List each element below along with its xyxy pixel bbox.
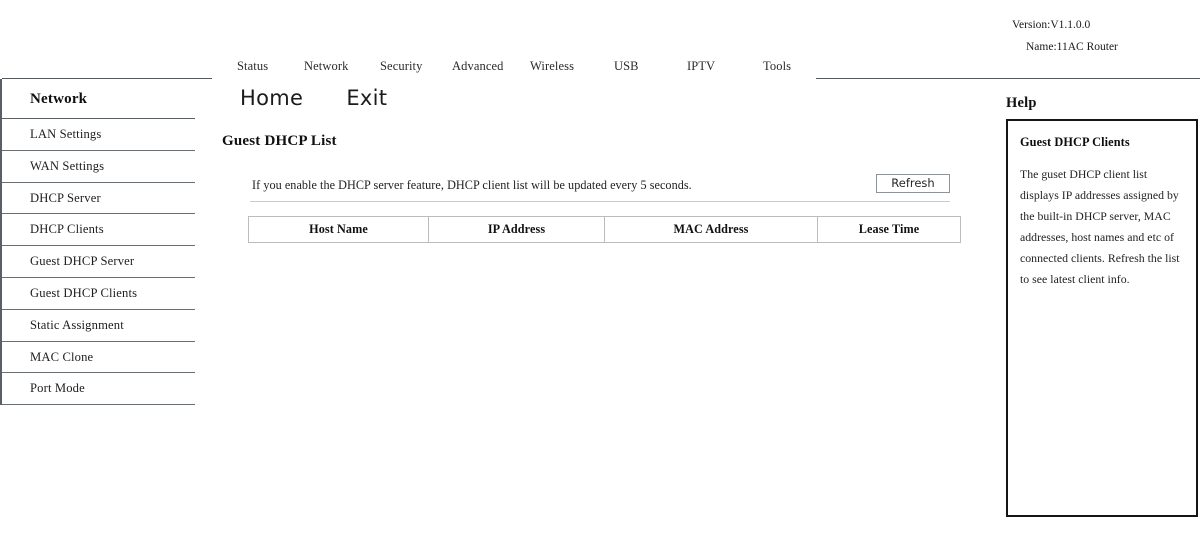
help-topic-body: The guset DHCP client list displays IP a…: [1020, 167, 1180, 286]
exit-link[interactable]: Exit: [346, 86, 387, 110]
guest-dhcp-client-table: Host Name IP Address MAC Address Lease Time: [248, 216, 961, 243]
sidebar-item-dhcp-clients[interactable]: DHCP Clients: [2, 214, 195, 247]
quick-links-bar: Home Exit: [240, 86, 387, 116]
dhcp-list-description: If you enable the DHCP server feature, D…: [252, 178, 692, 192]
table-column-header-ip-address: IP Address: [428, 216, 605, 243]
home-link[interactable]: Home: [240, 86, 303, 110]
table-column-header-mac-address: MAC Address: [604, 216, 818, 243]
sidebar-item-list: LAN Settings WAN Settings DHCP Server DHCP …: [2, 119, 195, 406]
sidebar-section-title: Network: [2, 79, 195, 119]
description-row: If you enable the DHCP server feature, D…: [222, 174, 952, 200]
nav-item-tools[interactable]: Tools: [763, 59, 791, 74]
header-rule-right: [816, 78, 1200, 79]
header-info-block: Version:V1.1.0.0 Name:11AC Router: [1012, 14, 1192, 58]
sidebar-item-mac-clone[interactable]: MAC Clone: [2, 342, 195, 374]
sidebar-item-dhcp-server[interactable]: DHCP Server: [2, 183, 195, 215]
nav-item-status[interactable]: Status: [237, 59, 268, 74]
refresh-button[interactable]: Refresh: [876, 174, 950, 193]
page-title: Guest DHCP List: [222, 133, 337, 149]
sidebar-item-port-mode[interactable]: Port Mode: [2, 373, 195, 406]
sidebar-item-static-assignment[interactable]: Static Assignment: [2, 310, 195, 342]
top-navigation-bar: Status Network Security Advanced Wireless USB…: [232, 59, 822, 79]
table-column-header-lease-time: Lease Time: [817, 216, 961, 243]
sidebar-item-lan-settings[interactable]: LAN Settings: [2, 119, 195, 151]
nav-item-network[interactable]: Network: [304, 59, 348, 74]
nav-item-wireless[interactable]: Wireless: [530, 59, 574, 74]
nav-item-iptv[interactable]: IPTV: [687, 59, 715, 74]
nav-item-security[interactable]: Security: [380, 59, 422, 74]
sidebar-item-wan-settings[interactable]: WAN Settings: [2, 151, 195, 183]
table-header-row: Host Name IP Address MAC Address Lease Time: [248, 216, 961, 243]
help-panel: Help Guest DHCP Clients The guset DHCP c…: [1006, 95, 1198, 517]
help-panel-title: Help: [1006, 95, 1037, 111]
router-name-label: Name:11AC Router: [1026, 41, 1118, 53]
sidebar-item-guest-dhcp-server[interactable]: Guest DHCP Server: [2, 246, 195, 278]
nav-item-advanced[interactable]: Advanced: [452, 59, 503, 74]
sidebar: Network LAN Settings WAN Settings DHCP Ser…: [0, 79, 195, 406]
section-divider: [250, 201, 950, 202]
help-content-box: Guest DHCP Clients The guset DHCP client…: [1006, 119, 1198, 517]
nav-item-usb[interactable]: USB: [614, 59, 639, 74]
help-topic-title: Guest DHCP Clients: [1020, 135, 1130, 149]
sidebar-item-guest-dhcp-clients[interactable]: Guest DHCP Clients: [2, 278, 195, 310]
main-content-panel: Guest DHCP List If you enable the DHCP s…: [222, 133, 961, 243]
table-column-header-host-name: Host Name: [248, 216, 429, 243]
router-version-label: Version:V1.1.0.0: [1012, 19, 1091, 31]
